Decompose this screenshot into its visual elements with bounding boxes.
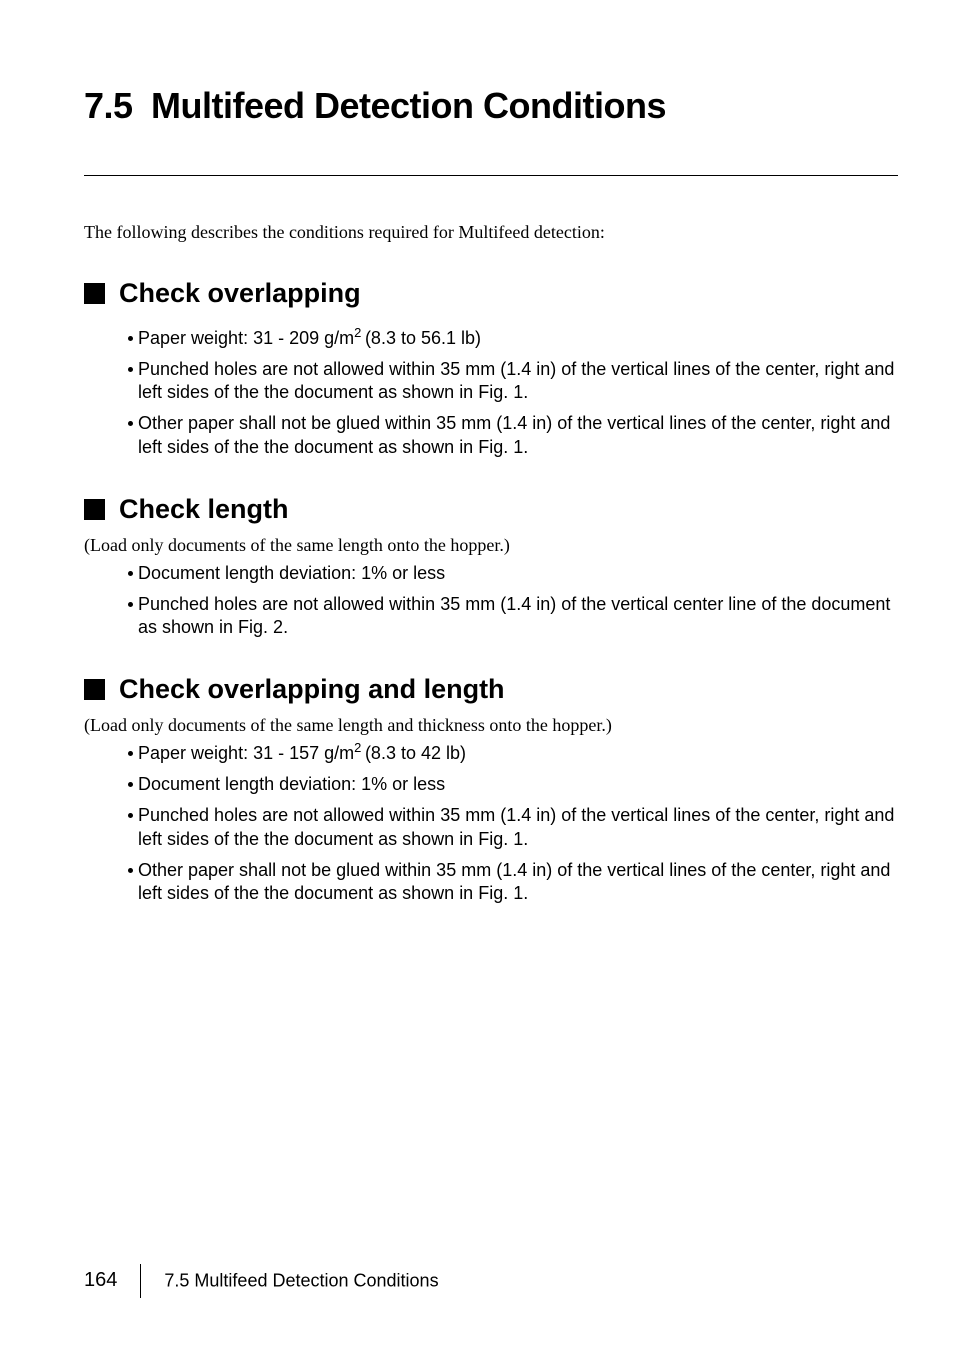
section-title: Multifeed Detection Conditions [151, 85, 666, 127]
list-item: Other paper shall not be glued within 35… [128, 412, 896, 458]
square-marker-icon [84, 499, 105, 520]
subheading-text: Check length [119, 494, 289, 524]
page-root: 7.5 Multifeed Detection Conditions The f… [0, 0, 954, 1350]
list-item: Punched holes are not allowed within 35 … [128, 804, 896, 850]
list-item: Paper weight: 31 - 157 g/m2 (8.3 to 42 l… [128, 742, 896, 765]
square-marker-icon [84, 679, 105, 700]
item-pre: Paper weight: 31 - 209 g/m [138, 328, 354, 348]
list-item: Document length deviation: 1% or less [128, 773, 896, 796]
list-item: Document length deviation: 1% or less [128, 562, 896, 585]
list-item: Paper weight: 31 - 209 g/m2 (8.3 to 56.1… [128, 327, 896, 350]
item-sup: 2 [354, 325, 365, 340]
footer-text: 7.5 Multifeed Detection Conditions [164, 1271, 438, 1291]
subheading-check-overlapping: Check overlapping [84, 277, 894, 309]
intro-text: The following describes the conditions r… [84, 222, 894, 243]
square-marker-icon [84, 283, 105, 304]
bullet-list-length: Document length deviation: 1% or less Pu… [128, 562, 896, 639]
footer-divider-icon [140, 1264, 141, 1298]
list-item: Other paper shall not be glued within 35… [128, 859, 896, 905]
subheading-note: (Load only documents of the same length … [84, 715, 894, 736]
section-heading: 7.5 Multifeed Detection Conditions [84, 85, 894, 127]
subheading-text: Check overlapping [119, 278, 361, 308]
item-post: (8.3 to 42 lb) [365, 743, 466, 763]
item-sup: 2 [354, 740, 365, 755]
list-item: Punched holes are not allowed within 35 … [128, 358, 896, 404]
divider-line [84, 175, 898, 176]
subheading-note: (Load only documents of the same length … [84, 535, 894, 556]
subheading-check-overlapping-length: Check overlapping and length [84, 673, 894, 705]
subheading-text: Check overlapping and length [119, 674, 505, 704]
item-post: (8.3 to 56.1 lb) [365, 328, 481, 348]
page-number: 164 [84, 1269, 117, 1291]
list-item: Punched holes are not allowed within 35 … [128, 593, 896, 639]
item-pre: Paper weight: 31 - 157 g/m [138, 743, 354, 763]
page-footer: 164 7.5 Multifeed Detection Conditions [84, 1264, 439, 1298]
bullet-list-overlapping: Paper weight: 31 - 209 g/m2 (8.3 to 56.1… [128, 327, 896, 458]
bullet-list-overlapping-length: Paper weight: 31 - 157 g/m2 (8.3 to 42 l… [128, 742, 896, 904]
subheading-check-length: Check length [84, 493, 894, 525]
section-number: 7.5 [84, 85, 133, 127]
